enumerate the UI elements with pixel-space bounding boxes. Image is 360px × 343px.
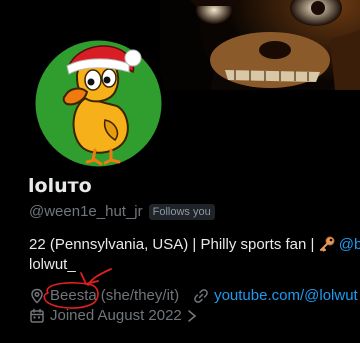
profile-meta-row: Beesta (she/they/it) youtube.com/@lolwut [29, 287, 358, 304]
bio-mention-link[interactable]: @be [339, 236, 360, 253]
bio-text: 22 (Pennsylvania, USA) | Philly sports f… [29, 236, 319, 253]
follows-you-badge: Follows you [148, 203, 215, 220]
bio-line-1: 22 (Pennsylvania, USA) | Philly sports f… [29, 235, 360, 255]
joined-date: Joined August 2022 [50, 307, 182, 324]
duck-avatar-image [31, 36, 166, 171]
location-text: Beesta [50, 287, 97, 304]
handle-row: @ween1e_hut_jr Follows you [29, 203, 215, 220]
link-icon [194, 288, 208, 303]
key-icon [319, 236, 335, 252]
display-name: loluтo [28, 175, 92, 197]
username-handle: @ween1e_hut_jr [29, 203, 143, 220]
profile-avatar[interactable] [31, 36, 166, 171]
pronouns-text: (she/they/it) [100, 287, 180, 304]
bio-line-2: lolwut_ [29, 256, 76, 273]
joined-row[interactable]: Joined August 2022 [29, 307, 198, 324]
chevron-right-icon [187, 309, 197, 322]
profile-bio: 22 (Pennsylvania, USA) | Philly sports f… [29, 235, 360, 275]
location-pin-icon [31, 288, 43, 304]
profile-link[interactable]: youtube.com/@lolwut [193, 287, 358, 304]
calendar-icon [30, 308, 44, 323]
website-link[interactable]: youtube.com/@lolwut [214, 287, 358, 304]
